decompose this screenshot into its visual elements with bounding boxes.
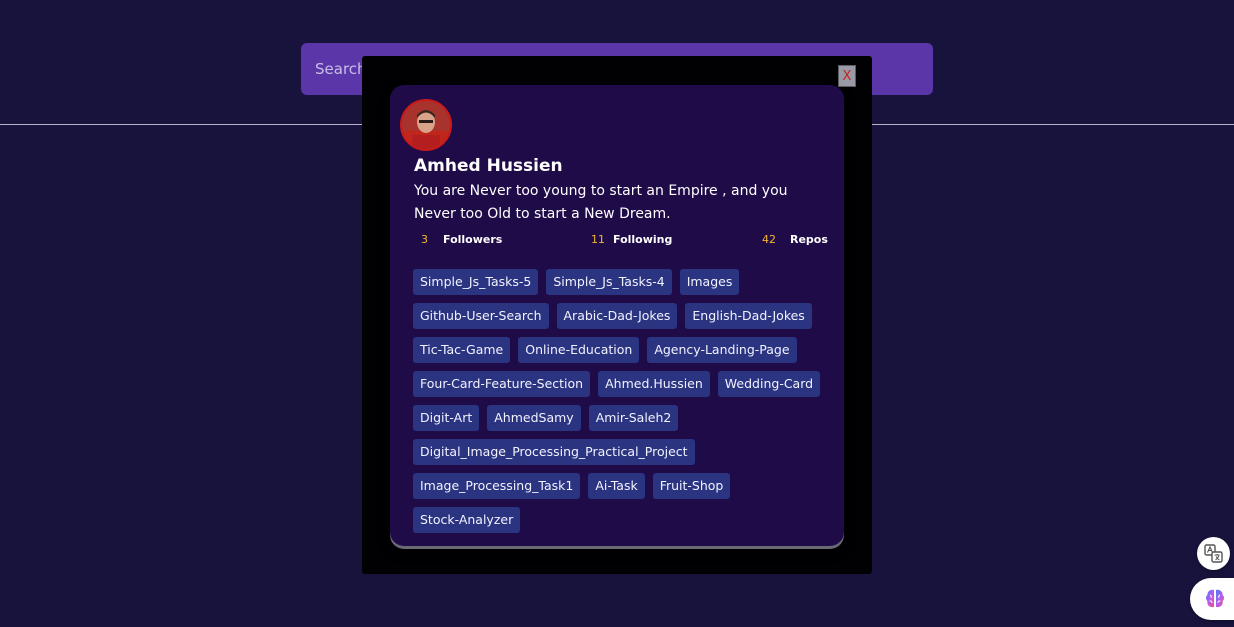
followers-label: Followers — [443, 233, 503, 246]
repo-tag[interactable]: Arabic-Dad-Jokes — [556, 303, 678, 329]
repo-tag[interactable]: Ahmed.Hussien — [598, 371, 710, 397]
user-stats: 3 Followers 11 Following 42 Repos — [390, 232, 844, 248]
followers-count: 3 — [421, 233, 428, 246]
repo-tag[interactable]: Image_Processing_Task1 — [413, 473, 581, 499]
repo-tag[interactable]: Simple_Js_Tasks-4 — [546, 269, 672, 295]
page: X Amhed Hussien You are Never too young … — [0, 0, 1234, 627]
repos-label: Repos — [790, 233, 828, 246]
repo-tag[interactable]: Wedding-Card — [717, 371, 821, 397]
following-count: 11 — [591, 233, 605, 246]
translate-icon — [1204, 544, 1223, 563]
repo-tag[interactable]: Agency-Landing-Page — [647, 337, 797, 363]
user-photo-icon — [402, 101, 450, 149]
repo-tag[interactable]: Digit-Art — [413, 405, 480, 431]
repo-tag[interactable]: Ai-Task — [588, 473, 645, 499]
close-button[interactable]: X — [838, 65, 856, 87]
repo-tag[interactable]: Digital_Image_Processing_Practical_Proje… — [413, 439, 695, 465]
repo-tag[interactable]: Simple_Js_Tasks-5 — [413, 269, 539, 295]
user-bio: You are Never too young to start an Empi… — [414, 183, 788, 222]
repo-tag[interactable]: Amir-Saleh2 — [588, 405, 679, 431]
profile-card: Amhed Hussien You are Never too young to… — [390, 85, 844, 546]
user-name: Amhed Hussien — [414, 156, 563, 176]
repo-tag[interactable]: Stock-Analyzer — [413, 507, 521, 533]
repo-tag[interactable]: Online-Education — [518, 337, 640, 363]
avatar — [400, 99, 452, 151]
brain-button[interactable] — [1190, 578, 1234, 620]
brain-icon — [1206, 589, 1224, 608]
repo-tag[interactable]: Fruit-Shop — [652, 473, 731, 499]
translate-button[interactable] — [1197, 537, 1230, 570]
repos-count: 42 — [762, 233, 776, 246]
repo-tag[interactable]: AhmedSamy — [487, 405, 581, 431]
repo-tag[interactable]: English-Dad-Jokes — [685, 303, 812, 329]
repo-tag[interactable]: Tic-Tac-Game — [413, 337, 511, 363]
repo-tag[interactable]: Four-Card-Feature-Section — [413, 371, 591, 397]
repo-tag[interactable]: Github-User-Search — [413, 303, 549, 329]
following-label: Following — [613, 233, 673, 246]
repo-tag[interactable]: Images — [679, 269, 740, 295]
repos-list: Simple_Js_Tasks-5 Simple_Js_Tasks-4 Imag… — [413, 269, 838, 533]
